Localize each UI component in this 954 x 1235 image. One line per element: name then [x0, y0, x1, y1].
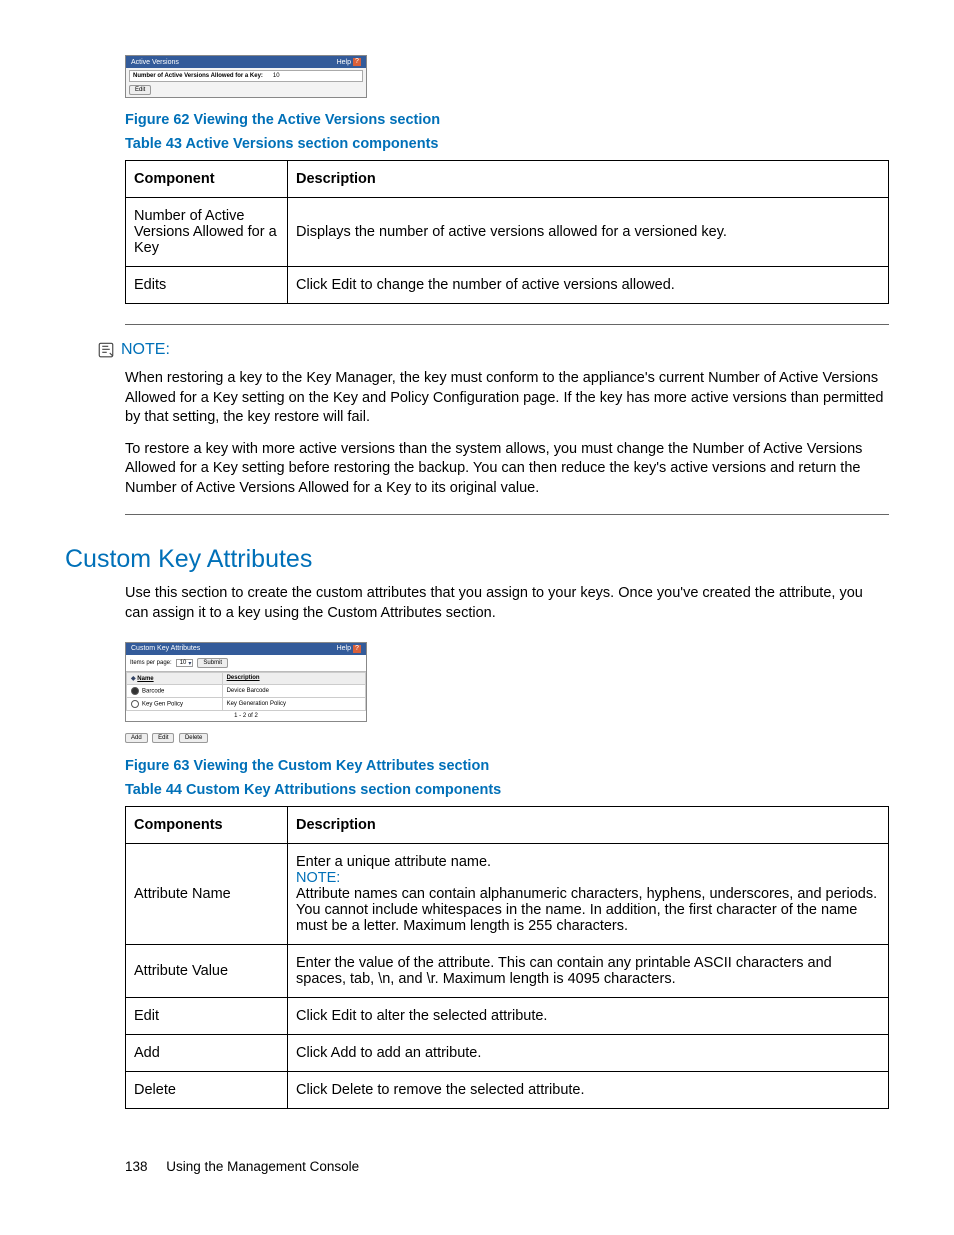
intro-paragraph: Use this section to create the custom at…: [125, 584, 889, 623]
add-button[interactable]: Add: [125, 733, 148, 743]
panel-title: Custom Key Attributes: [131, 645, 200, 652]
radio-selected-icon[interactable]: [131, 687, 139, 695]
active-versions-panel: Active Versions Help ? Number of Active …: [125, 55, 367, 98]
cell-description: Displays the number of active versions a…: [288, 198, 889, 267]
table-row[interactable]: Barcode Device Barcode: [127, 684, 366, 697]
header-name-label: Name: [137, 676, 153, 682]
edit-button[interactable]: Edit: [152, 733, 174, 743]
table-header-row: ◆ Name Description: [127, 672, 366, 684]
radio-unselected-icon[interactable]: [131, 700, 139, 708]
note-paragraph: To restore a key with more active versio…: [125, 440, 889, 499]
cell-component: Add: [126, 1034, 288, 1071]
cell-description: Click Delete to remove the selected attr…: [288, 1071, 889, 1108]
page-footer: 138 Using the Management Console: [125, 1159, 889, 1174]
page-size-value: 10: [180, 660, 187, 666]
table-header-component: Components: [126, 806, 288, 843]
desc-line: Attribute names can contain alphanumeric…: [296, 886, 877, 934]
page-number: 138: [125, 1159, 148, 1174]
section-heading-custom-key-attributes: Custom Key Attributes: [65, 545, 889, 574]
table-row: Delete Click Delete to remove the select…: [126, 1071, 889, 1108]
table-row[interactable]: Key Gen Policy Key Generation Policy: [127, 697, 366, 710]
help-icon: ?: [353, 58, 361, 66]
cell-component: Edit: [126, 997, 288, 1034]
page-size-select[interactable]: 10 ▾: [176, 659, 194, 667]
versions-label: Number of Active Versions Allowed for a …: [133, 73, 263, 79]
help-link[interactable]: Help ?: [337, 645, 361, 653]
cell-description: Click Edit to change the number of activ…: [288, 267, 889, 304]
cell-description: Enter the value of the attribute. This c…: [288, 944, 889, 997]
name-text: Barcode: [142, 688, 164, 694]
table-43: Component Description Number of Active V…: [125, 160, 889, 304]
table-row: Number of Active Versions Allowed for a …: [126, 198, 889, 267]
help-icon: ?: [353, 645, 361, 653]
note-paragraph: When restoring a key to the Key Manager,…: [125, 369, 889, 428]
header-description-label: Description: [227, 675, 260, 681]
versions-row: Number of Active Versions Allowed for a …: [129, 70, 363, 82]
edit-button[interactable]: Edit: [129, 85, 151, 95]
figure-62-caption: Figure 62 Viewing the Active Versions se…: [125, 112, 889, 128]
note-block: NOTE: When restoring a key to the Key Ma…: [125, 324, 889, 515]
table-header-description: Description: [288, 806, 889, 843]
desc-cell: Device Barcode: [222, 684, 365, 697]
help-label: Help: [337, 59, 351, 66]
name-cell: Barcode: [127, 684, 223, 697]
table-header-row: Components Description: [126, 806, 889, 843]
attributes-table: ◆ Name Description Barcode Device Barcod…: [126, 672, 366, 711]
header-name[interactable]: ◆ Name: [127, 672, 223, 684]
inline-note-label: NOTE:: [296, 870, 340, 886]
pager-label: Items per page:: [130, 660, 172, 666]
panel-header: Active Versions Help ?: [126, 56, 366, 68]
note-title: NOTE:: [97, 341, 889, 359]
note-icon: [97, 341, 115, 359]
pager-row: Items per page: 10 ▾ Submit: [126, 655, 366, 672]
figure-63-caption: Figure 63 Viewing the Custom Key Attribu…: [125, 758, 889, 774]
cell-description: Enter a unique attribute name. NOTE: Att…: [288, 843, 889, 944]
table-row: Add Click Add to add an attribute.: [126, 1034, 889, 1071]
help-link[interactable]: Help ?: [337, 58, 361, 66]
custom-key-attributes-panel: Custom Key Attributes Help ? Items per p…: [125, 642, 367, 722]
chevron-down-icon: ▾: [188, 660, 191, 667]
name-text: Key Gen Policy: [142, 701, 183, 707]
desc-line: Enter a unique attribute name.: [296, 854, 491, 870]
page-count: 1 - 2 of 2: [126, 711, 366, 721]
name-cell: Key Gen Policy: [127, 697, 223, 710]
panel-body: Number of Active Versions Allowed for a …: [126, 68, 366, 97]
table-row: Attribute Name Enter a unique attribute …: [126, 843, 889, 944]
delete-button[interactable]: Delete: [179, 733, 208, 743]
table-43-caption: Table 43 Active Versions section compone…: [125, 136, 889, 152]
desc-cell: Key Generation Policy: [222, 697, 365, 710]
table-44-caption: Table 44 Custom Key Attributions section…: [125, 782, 889, 798]
cell-description: Click Edit to alter the selected attribu…: [288, 997, 889, 1034]
panel-title: Active Versions: [131, 59, 179, 66]
table-row: Attribute Value Enter the value of the a…: [126, 944, 889, 997]
document-page: Active Versions Help ? Number of Active …: [0, 0, 954, 1214]
table-header-component: Component: [126, 161, 288, 198]
cell-component: Attribute Value: [126, 944, 288, 997]
header-description[interactable]: Description: [222, 672, 365, 684]
panel-header: Custom Key Attributes Help ?: [126, 643, 366, 655]
note-body: When restoring a key to the Key Manager,…: [125, 369, 889, 498]
submit-button[interactable]: Submit: [197, 658, 228, 668]
table-row: Edits Click Edit to change the number of…: [126, 267, 889, 304]
cell-description: Click Add to add an attribute.: [288, 1034, 889, 1071]
cell-component: Number of Active Versions Allowed for a …: [126, 198, 288, 267]
button-row: Add Edit Delete: [125, 726, 889, 744]
help-label: Help: [337, 645, 351, 652]
table-header-description: Description: [288, 161, 889, 198]
cell-component: Attribute Name: [126, 843, 288, 944]
cell-component: Edits: [126, 267, 288, 304]
note-label: NOTE:: [121, 341, 170, 359]
cell-component: Delete: [126, 1071, 288, 1108]
table-row: Edit Click Edit to alter the selected at…: [126, 997, 889, 1034]
versions-value: 10: [273, 73, 280, 79]
section-title: Using the Management Console: [166, 1159, 359, 1174]
table-44: Components Description Attribute Name En…: [125, 806, 889, 1109]
table-header-row: Component Description: [126, 161, 889, 198]
